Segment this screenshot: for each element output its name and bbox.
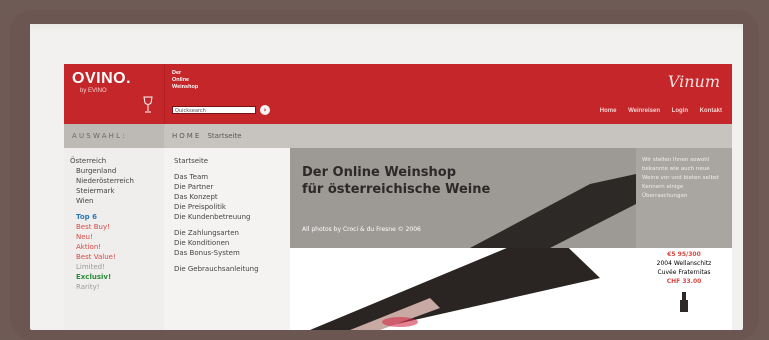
offer-price: CHF 33.00 <box>666 278 702 285</box>
info-menu-item[interactable]: Die Preispolitik <box>174 202 290 212</box>
offer-name-2: Cuvée Fraternitas <box>657 269 711 276</box>
search-go-icon[interactable]: › <box>260 105 270 115</box>
selection-label: AUSWAHL: <box>72 132 127 140</box>
category-item[interactable]: Top 6 <box>76 212 164 222</box>
category-item[interactable]: Burgenland <box>76 166 164 176</box>
offer-name-1: 2004 Wellanschitz <box>656 260 712 267</box>
offer-old-price: €5 95/300 <box>667 251 701 258</box>
nav-kontakt[interactable]: Kontakt <box>700 108 722 114</box>
info-menu-item[interactable]: Die Konditionen <box>174 238 290 248</box>
info-menu: Startseite Das Team Die Partner Das Konzept… <box>164 148 290 330</box>
category-item[interactable]: Österreich <box>70 156 164 166</box>
promo-text-box: Wir stellen Ihnen sowohl bekannte wie au… <box>636 148 732 248</box>
info-menu-item[interactable]: Die Kundenbetreuung <box>174 212 290 222</box>
info-menu-item[interactable]: Die Partner <box>174 182 290 192</box>
breadcrumb-home[interactable]: HOME <box>172 132 201 140</box>
category-item[interactable]: Steiermark <box>76 186 164 196</box>
category-item[interactable]: Best Buy! <box>76 222 164 232</box>
tagline: Der Online Weinshop <box>172 70 199 90</box>
wine-glass-icon <box>143 96 153 113</box>
category-item[interactable]: Rarity! <box>76 282 164 292</box>
category-menu: Österreich Burgenland Niederösterreich Stei… <box>64 148 164 330</box>
webpage: OVINO. by EVINO Der Online Weinshop Quic… <box>64 64 732 330</box>
product-offer[interactable]: €5 95/300 2004 Wellanschitz Cuvée Frater… <box>636 248 732 330</box>
category-item[interactable]: Limited! <box>76 262 164 272</box>
search-input[interactable]: Quicksearch <box>172 106 256 114</box>
info-menu-item[interactable]: Die Zahlungsarten <box>174 228 290 238</box>
bottle-top-image <box>470 174 636 248</box>
nav-weinreisen[interactable]: Weinreisen <box>628 108 660 114</box>
logo[interactable]: OVINO. by EVINO <box>64 64 165 124</box>
nav-login[interactable]: Login <box>672 108 688 114</box>
category-item[interactable]: Exclusiv! <box>76 272 164 282</box>
info-menu-item[interactable]: Das Konzept <box>174 192 290 202</box>
info-menu-item[interactable]: Startseite <box>174 156 290 166</box>
category-item[interactable]: Best Value! <box>76 252 164 262</box>
selection-bar: AUSWAHL: HOME Startseite <box>64 124 732 148</box>
logo-text: OVINO. <box>72 70 132 87</box>
wine-bottle-image <box>290 248 636 330</box>
info-menu-item[interactable]: Die Gebrauchsanleitung <box>174 264 290 274</box>
site-header: OVINO. by EVINO Der Online Weinshop Quic… <box>64 64 732 124</box>
category-item[interactable]: Wien <box>76 196 164 206</box>
category-item[interactable]: Niederösterreich <box>76 176 164 186</box>
bottle-icon <box>680 292 688 312</box>
info-menu-item[interactable]: Das Team <box>174 172 290 182</box>
script-logo: Vinum <box>667 72 720 91</box>
top-nav: Home Weinreisen Login Kontakt <box>590 108 722 114</box>
breadcrumb: HOME Startseite <box>172 132 242 140</box>
nav-home[interactable]: Home <box>600 108 617 114</box>
category-item[interactable]: Aktion! <box>76 242 164 252</box>
category-item[interactable]: Neu! <box>76 232 164 242</box>
logo-subtitle: by EVINO <box>80 88 107 94</box>
info-menu-item[interactable]: Das Bonus-System <box>174 248 290 258</box>
breadcrumb-current: Startseite <box>207 132 242 140</box>
